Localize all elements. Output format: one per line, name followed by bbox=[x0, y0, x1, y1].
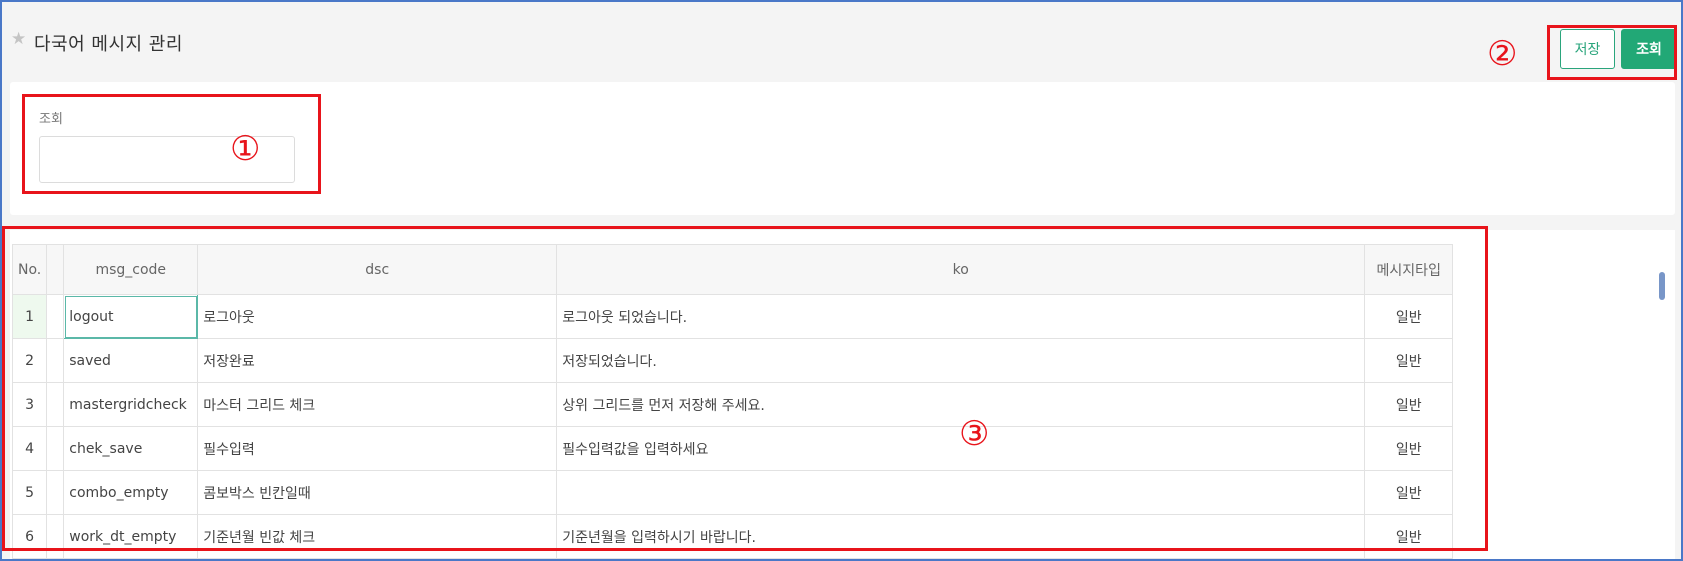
annotation-box-2 bbox=[1547, 25, 1677, 80]
annotation-number-1: ① bbox=[230, 129, 261, 169]
window-frame: ★ 다국어 메시지 관리 저장 조회 조회 No. msg_code dsc k… bbox=[0, 0, 1683, 561]
page-title: 다국어 메시지 관리 bbox=[34, 34, 183, 55]
annotation-number-2: ② bbox=[1487, 34, 1518, 74]
annotation-number-3: ③ bbox=[959, 414, 990, 454]
annotation-box-1 bbox=[22, 94, 321, 194]
vertical-scrollbar[interactable] bbox=[1659, 272, 1665, 300]
star-icon[interactable]: ★ bbox=[11, 31, 27, 48]
annotation-box-3 bbox=[2, 226, 1488, 551]
